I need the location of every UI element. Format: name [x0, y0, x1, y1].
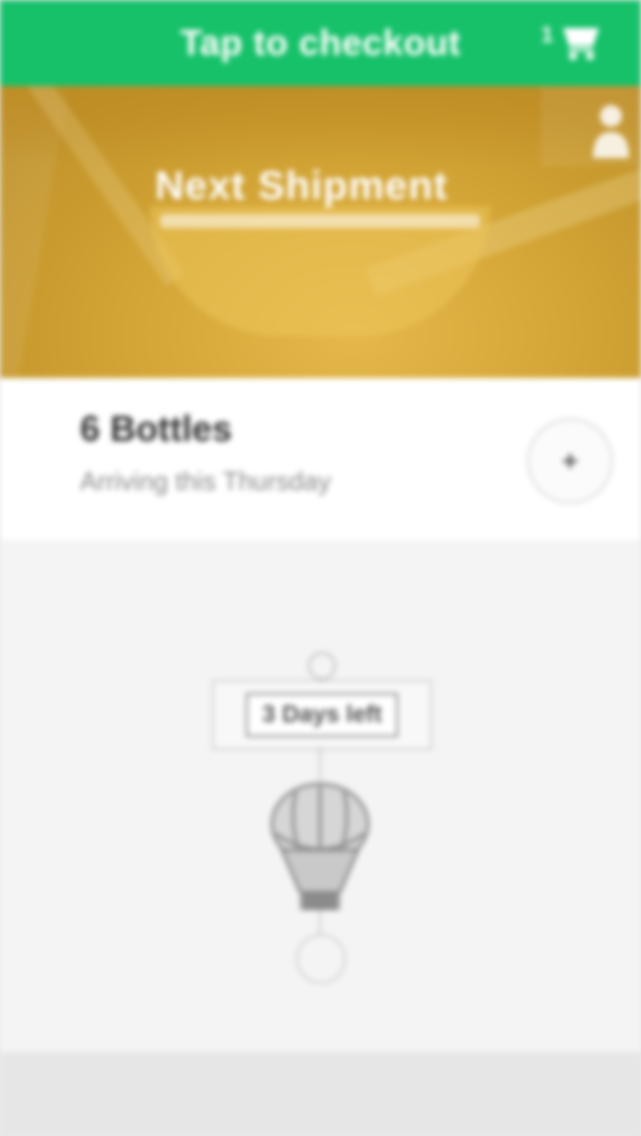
plus-icon: +: [561, 445, 579, 476]
order-subtitle: Arriving this Thursday: [80, 466, 331, 496]
cart-button[interactable]: 1: [541, 22, 605, 62]
add-button[interactable]: +: [527, 418, 613, 504]
hero-title: Next Shipment: [155, 164, 449, 208]
person-icon: [593, 105, 629, 158]
timeline-connector: [319, 746, 321, 780]
checkout-label: Tap to checkout: [180, 22, 461, 63]
profile-button[interactable]: [541, 86, 641, 166]
order-title: 6 Bottles: [80, 408, 233, 449]
bottom-bar: [0, 1052, 641, 1136]
timeline-connector: [319, 910, 321, 934]
order-summary-card[interactable]: 6 Bottles Arriving this Thursday +: [0, 378, 641, 540]
days-left-box: 3 Days left: [212, 680, 432, 750]
shipment-header: Next Shipment: [0, 86, 641, 378]
shipment-timeline: 3 Days left: [0, 540, 641, 1052]
timeline-start-dot: [308, 652, 336, 680]
timeline-end-dot: [296, 934, 346, 984]
hero-subline: [160, 214, 480, 228]
app-screen: Tap to checkout 1 Next Shipment 6 Bottle…: [0, 0, 641, 1136]
days-left-label: 3 Days left: [245, 693, 399, 737]
checkout-bar[interactable]: Tap to checkout 1: [0, 0, 641, 86]
cart-count: 1: [541, 22, 554, 47]
